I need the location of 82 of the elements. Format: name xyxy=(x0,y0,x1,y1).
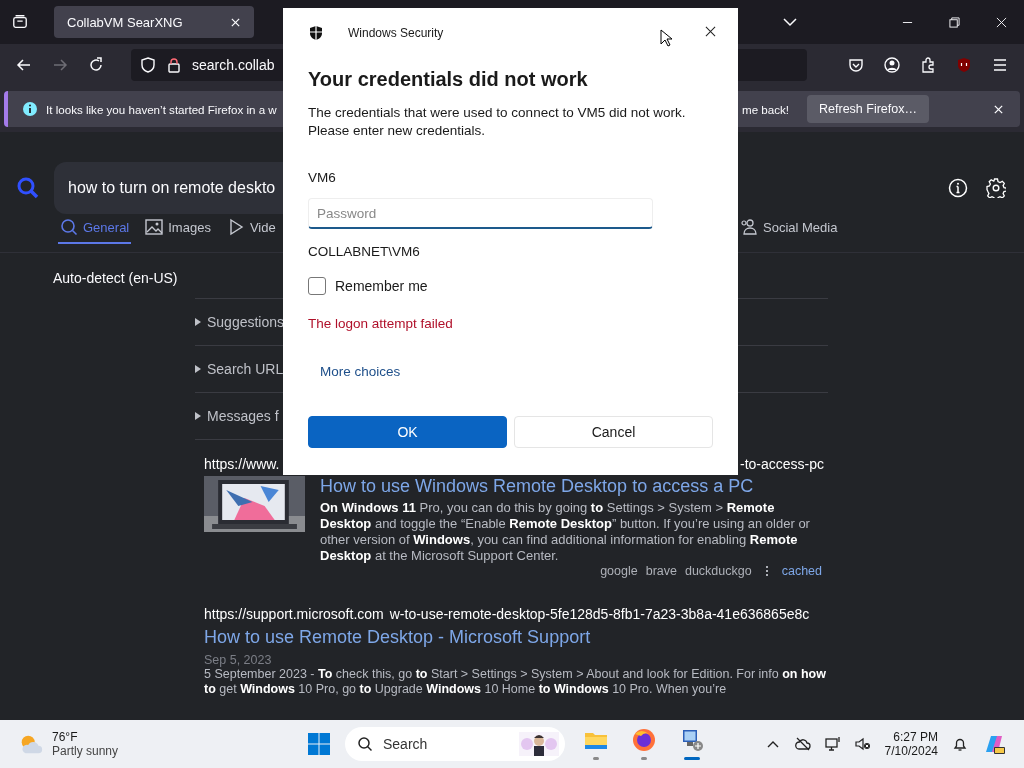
category-tab[interactable]: General xyxy=(58,218,132,244)
info-icon xyxy=(22,101,38,117)
refresh-button[interactable]: Refresh Firefox… xyxy=(807,95,929,123)
panel-toggle[interactable]: Search URL xyxy=(207,361,284,377)
engine-link[interactable]: duckduckgo xyxy=(684,564,752,578)
windows-logo-icon[interactable] xyxy=(307,732,331,756)
dialog-message: The credentials that were used to connect to VM5 did not work. Please enter new credentials. xyxy=(308,104,687,140)
result-snippet: 5 September 2023 - To check this, go to Start > Settings > System > About and look for Edition. For info on how to get Windows 10 Pro, go to Upgrade Windows 10 Home to Windows 10 Pro. When you’re xyxy=(204,667,827,697)
clock-date[interactable]: 7/10/2024 xyxy=(884,744,938,758)
tab-list-icon[interactable] xyxy=(12,14,28,30)
checkbox[interactable] xyxy=(308,277,326,295)
search-placeholder: Search xyxy=(383,736,429,752)
people-icon xyxy=(740,218,758,236)
url-text: search.collab xyxy=(192,57,275,73)
engine-link[interactable]: brave xyxy=(645,564,677,578)
globe-icon xyxy=(632,728,656,752)
password-field[interactable]: Password xyxy=(308,198,653,229)
taskbar-search-field[interactable]: Search xyxy=(345,727,565,761)
account-icon[interactable] xyxy=(884,57,900,73)
cached-link[interactable]: cached xyxy=(781,564,822,578)
info-icon[interactable] xyxy=(948,178,968,198)
result-url: -to-access-pc xyxy=(739,456,824,472)
triangle-icon xyxy=(195,318,201,326)
dialog-button[interactable]: OK xyxy=(308,416,507,448)
notification-text: It looks like you haven’t started Firefox in a w xyxy=(46,102,277,116)
shield-icon xyxy=(308,25,324,41)
speaker-muted-icon[interactable] xyxy=(854,736,871,752)
dialog-button[interactable]: Cancel xyxy=(514,416,713,448)
temperature: 76°F xyxy=(52,730,79,744)
error-message: The logon attempt failed xyxy=(308,316,454,331)
shield-icon xyxy=(140,57,156,73)
cursor-icon xyxy=(660,29,672,47)
category-tab[interactable]: Vide xyxy=(224,218,278,244)
query-text: how to turn on remote deskto xyxy=(68,179,276,197)
search-logo-icon[interactable] xyxy=(16,176,40,200)
clock-time[interactable]: 6:27 PM xyxy=(893,730,938,744)
result-date: Sep 5, 2023 xyxy=(204,653,273,667)
close-icon[interactable] xyxy=(705,25,716,37)
image-icon xyxy=(145,218,164,236)
more-choices-link[interactable]: More choices xyxy=(320,364,401,379)
monitor-icon xyxy=(680,728,704,752)
settings-icon[interactable] xyxy=(986,178,1006,198)
result-title-link[interactable]: How to use Remote Desktop - Microsoft Support xyxy=(204,627,830,648)
reload-icon[interactable] xyxy=(88,57,104,73)
search-icon xyxy=(357,736,373,752)
triangle-icon xyxy=(195,412,201,420)
back-arrow-icon[interactable] xyxy=(16,57,32,73)
result-url: https://support.microsoft.com xyxy=(204,606,384,622)
bell-icon[interactable] xyxy=(952,736,968,752)
menu-icon[interactable] xyxy=(992,57,1008,73)
panel-toggle[interactable]: Messages f xyxy=(207,408,279,424)
browser-tab[interactable]: CollabVM SearXNG xyxy=(54,6,254,38)
puzzle-icon[interactable] xyxy=(920,57,936,73)
result-title-link[interactable]: How to use Windows Remote Desktop to access a PC xyxy=(320,476,815,497)
forward-arrow-icon[interactable] xyxy=(52,57,68,73)
search-icon xyxy=(60,218,78,236)
language-selector[interactable]: Auto-detect (en-US) xyxy=(0,270,283,290)
checkbox-label[interactable]: Remember me xyxy=(335,278,428,294)
result-snippet: On Windows 11 Pro, you can do this by going to Settings > System > Remote Desktop and toggle the “Enable Remote Desktop” button. If you’re using an older or other version of Windows, you can find additional information for enabling Remote Desktop at the Microsoft Support Center. xyxy=(320,500,811,564)
category-tab[interactable]: Images xyxy=(143,218,213,244)
tab-title: CollabVM SearXNG xyxy=(67,14,183,30)
username-text: COLLABNET\VM6 xyxy=(308,244,421,259)
result-url: w-to-use-remote-desktop-5fe128d5-8fb1-7a23-3b8a-41e636865e8c xyxy=(389,606,810,622)
address-bar[interactable]: search.collab xyxy=(131,49,283,81)
lock-icon xyxy=(166,57,182,73)
weather-condition: Partly sunny xyxy=(52,744,119,758)
pocket-icon[interactable] xyxy=(848,57,864,73)
display-icon[interactable] xyxy=(824,736,841,752)
restore-icon[interactable] xyxy=(949,16,960,28)
triangle-icon xyxy=(195,365,201,373)
dialog-app-name: Windows Security xyxy=(348,26,444,40)
notification-text: me back! xyxy=(742,102,790,116)
engine-link[interactable]: google xyxy=(600,564,638,578)
result-url: https://www. xyxy=(204,456,280,472)
query-field[interactable]: how to turn on remote deskto xyxy=(54,162,283,214)
cloud-off-icon[interactable] xyxy=(794,736,811,752)
dialog-heading: Your credentials did not work xyxy=(308,68,589,91)
category-tab[interactable]: Social Media xyxy=(738,218,840,244)
shield-badge-icon[interactable] xyxy=(956,57,972,73)
panel-toggle[interactable]: Suggestions xyxy=(207,314,285,330)
more-icon xyxy=(765,565,768,577)
target-name: VM6 xyxy=(308,170,337,185)
